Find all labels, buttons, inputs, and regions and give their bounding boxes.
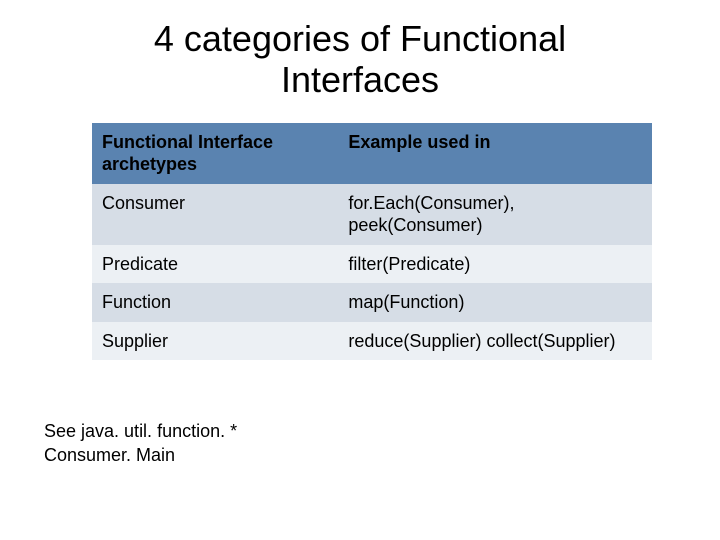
cell-archetype: Function — [92, 283, 338, 322]
cell-example: filter(Predicate) — [338, 245, 652, 284]
slide-title: 4 categories of Functional Interfaces — [44, 18, 676, 101]
table-header-archetypes: Functional Interface archetypes — [92, 123, 338, 184]
table-row: Predicate filter(Predicate) — [92, 245, 652, 284]
table-row: Function map(Function) — [92, 283, 652, 322]
cell-example: reduce(Supplier) collect(Supplier) — [338, 322, 652, 361]
functional-interfaces-table: Functional Interface archetypes Example … — [92, 123, 652, 361]
cell-archetype: Supplier — [92, 322, 338, 361]
footnote: See java. util. function. * Consumer. Ma… — [44, 420, 676, 467]
table-row: Supplier reduce(Supplier) collect(Suppli… — [92, 322, 652, 361]
cell-archetype: Consumer — [92, 184, 338, 245]
cell-example: for.Each(Consumer), peek(Consumer) — [338, 184, 652, 245]
table-row: Consumer for.Each(Consumer), peek(Consum… — [92, 184, 652, 245]
footnote-line: Consumer. Main — [44, 444, 676, 467]
table-header-example: Example used in — [338, 123, 652, 184]
footnote-line: See java. util. function. * — [44, 420, 676, 443]
cell-archetype: Predicate — [92, 245, 338, 284]
cell-example: map(Function) — [338, 283, 652, 322]
